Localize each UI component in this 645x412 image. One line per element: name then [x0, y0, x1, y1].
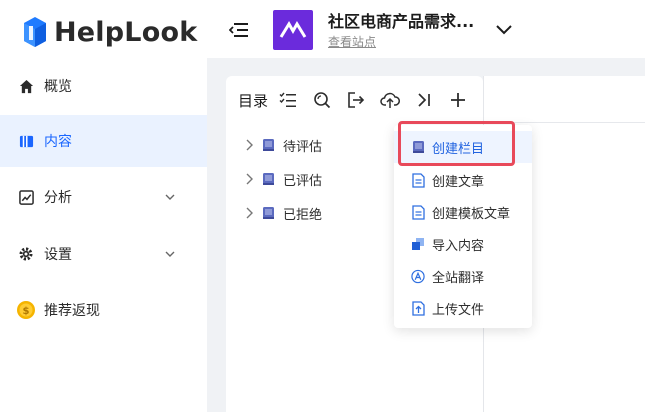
tree-item-label: 已拒绝	[283, 207, 323, 223]
document-icon	[411, 204, 425, 220]
plus-icon[interactable]	[448, 90, 468, 110]
top-header: 社区电商产品需求... 查看站点	[207, 0, 645, 58]
book-icon	[262, 206, 275, 220]
sidebar-item-label: 分析	[44, 190, 72, 206]
svg-text:$: $	[23, 306, 30, 317]
helplook-logo-icon	[22, 17, 48, 47]
menu-item-import-content[interactable]: 导入内容	[394, 228, 532, 260]
menu-item-translate-site[interactable]: 全站翻译	[394, 260, 532, 292]
chevron-down-icon	[163, 190, 177, 204]
sidebar-item-content[interactable]: 内容	[0, 115, 207, 167]
menu-item-label: 导入内容	[432, 238, 485, 254]
upload-cloud-icon[interactable]	[380, 90, 401, 110]
gear-icon	[18, 246, 34, 262]
sidebar-item-label: 推荐返现	[44, 303, 100, 319]
coin-icon: $	[16, 300, 36, 320]
search-icon[interactable]	[312, 90, 332, 110]
upload-file-icon	[411, 300, 425, 316]
menu-item-label: 全站翻译	[432, 270, 485, 286]
sidebar-item-label: 内容	[44, 134, 72, 150]
highlight-annotation	[398, 121, 515, 166]
export-icon[interactable]	[346, 90, 366, 110]
catalog-toolbar: 目录	[238, 86, 482, 114]
menu-item-create-template-article[interactable]: 创建模板文章	[394, 196, 532, 228]
site-logo-icon	[279, 21, 307, 38]
brand-logo[interactable]: HelpLook	[22, 12, 197, 52]
menu-item-label: 创建文章	[432, 174, 485, 190]
sidebar: HelpLook 概览 内容 分析 设置 $ 推荐返现	[0, 0, 207, 412]
tree-item-label: 待评估	[283, 139, 323, 155]
book-icon	[262, 138, 275, 152]
chevron-right-icon[interactable]	[244, 173, 254, 185]
sidebar-item-analysis[interactable]: 分析	[0, 171, 207, 223]
translate-icon	[411, 269, 425, 284]
tree-item[interactable]: 待评估	[244, 135, 322, 155]
catalog-title: 目录	[238, 91, 269, 110]
chevron-right-icon[interactable]	[244, 207, 254, 219]
menu-item-label: 创建模板文章	[432, 206, 511, 222]
chart-line-icon	[18, 189, 34, 205]
sidebar-item-settings[interactable]: 设置	[0, 228, 207, 280]
book-icon	[262, 172, 275, 186]
brand-name: HelpLook	[54, 16, 198, 48]
tree-item[interactable]: 已拒绝	[244, 203, 322, 223]
chevron-down-icon[interactable]	[495, 22, 513, 36]
tree-item[interactable]: 已评估	[244, 169, 322, 189]
checklist-icon[interactable]	[278, 90, 298, 110]
site-name[interactable]: 社区电商产品需求...	[328, 8, 474, 32]
menu-item-upload-file[interactable]: 上传文件	[394, 292, 532, 324]
menu-item-label: 上传文件	[432, 302, 485, 318]
site-logo[interactable]	[273, 10, 313, 50]
import-icon	[411, 237, 425, 252]
collapse-right-icon[interactable]	[414, 90, 434, 110]
tree-item-label: 已评估	[283, 173, 323, 189]
sidebar-item-overview[interactable]: 概览	[0, 60, 207, 112]
menu-item-create-article[interactable]: 创建文章	[394, 164, 532, 196]
book-open-icon	[18, 133, 34, 149]
sidebar-item-label: 概览	[44, 79, 72, 95]
home-icon	[18, 78, 34, 94]
view-site-link[interactable]: 查看站点	[328, 33, 376, 50]
menu-collapse-icon[interactable]	[228, 21, 249, 39]
chevron-down-icon	[163, 247, 177, 261]
document-icon	[411, 172, 425, 188]
sidebar-item-label: 设置	[44, 247, 72, 263]
sidebar-item-referral[interactable]: $ 推荐返现	[0, 284, 207, 336]
chevron-right-icon[interactable]	[244, 139, 254, 151]
